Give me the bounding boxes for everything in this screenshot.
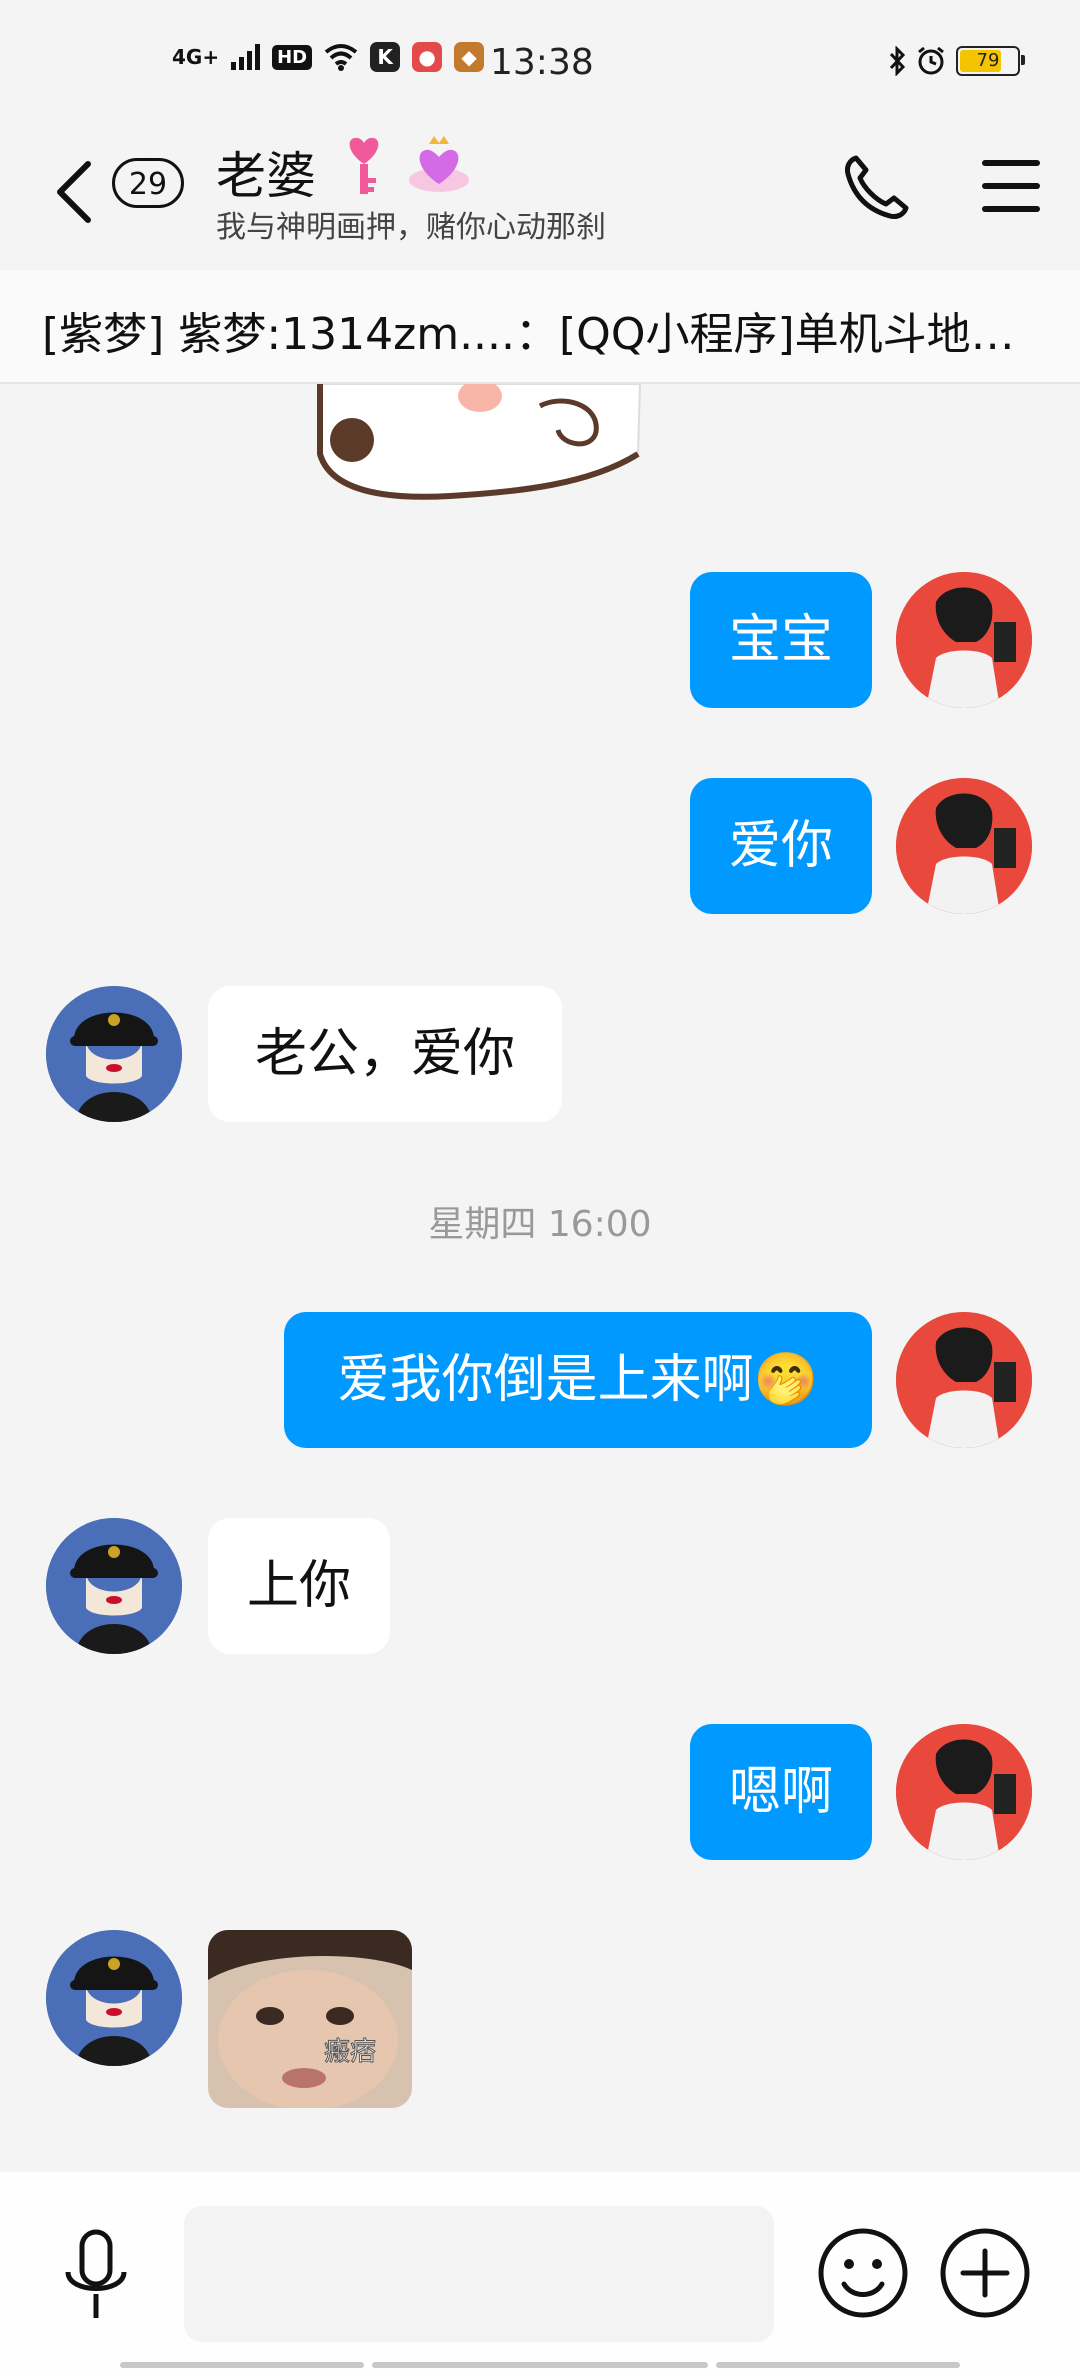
scroll-indicator [372, 2362, 708, 2368]
microphone-icon[interactable] [56, 2226, 136, 2326]
unread-count-badge[interactable]: 29 [112, 158, 184, 208]
pinned-notice-text: [紫梦] 紫梦:1314zm....：[QQ小程序]单机斗地… [42, 309, 1015, 360]
my-avatar[interactable] [896, 1724, 1032, 1860]
baby-face-meme-image: 瘢痞 [208, 1930, 412, 2108]
status-icons-right: 79 [888, 46, 1025, 76]
man-portrait-icon [896, 1312, 1032, 1448]
my-avatar[interactable] [896, 1312, 1032, 1448]
battery-icon: 79 [956, 46, 1025, 76]
message-bubble-mine[interactable]: 爱你 [690, 778, 872, 914]
more-menu-icon[interactable] [982, 160, 1040, 212]
contact-badges [336, 130, 474, 200]
signal-icon [231, 44, 261, 70]
status-icons-left: 4G+ HD K ● ◆ [172, 42, 485, 72]
alarm-icon [918, 46, 944, 75]
man-portrait-icon [896, 1724, 1032, 1860]
man-portrait-icon [896, 572, 1032, 708]
phone-icon[interactable] [842, 152, 912, 222]
battery-level: 79 [976, 50, 1000, 71]
man-portrait-icon [896, 778, 1032, 914]
scroll-indicator [716, 2362, 960, 2368]
back-arrow-icon[interactable] [52, 156, 96, 228]
message-timestamp: 星期四 16:00 [428, 1204, 652, 1245]
my-avatar[interactable] [896, 572, 1032, 708]
contact-avatar[interactable] [46, 1518, 182, 1654]
cartoon-sticker-image[interactable] [300, 384, 660, 500]
notification-app-icon: ● [412, 42, 443, 72]
woman-in-cap-icon [46, 1518, 182, 1654]
plus-icon[interactable] [938, 2226, 1032, 2320]
message-bubble-mine[interactable]: 爱我你倒是上来啊🤭 [284, 1312, 872, 1448]
wifi-icon [324, 44, 358, 71]
network-type: 4G+ [172, 45, 220, 69]
message-bubble-mine[interactable]: 嗯啊 [690, 1724, 872, 1860]
message-bubble-contact[interactable]: 上你 [208, 1518, 390, 1654]
clock: 13:38 [490, 42, 594, 83]
game-app-icon: ◆ [454, 42, 485, 72]
meme-caption: 瘢痞 [324, 2037, 376, 2067]
contact-avatar[interactable] [46, 986, 182, 1122]
contact-avatar[interactable] [46, 1930, 182, 2066]
pinned-notice-bar[interactable]: [紫梦] 紫梦:1314zm....：[QQ小程序]单机斗地… [0, 270, 1080, 384]
message-input[interactable] [184, 2206, 774, 2342]
message-bubble-mine[interactable]: 宝宝 [690, 572, 872, 708]
contact-name[interactable]: 老婆 [216, 136, 316, 208]
meme-image-message[interactable]: 瘢痞 [208, 1930, 412, 2108]
chat-header: 29 老婆 我与神明画押，赌你心动那刹 [0, 130, 1080, 270]
woman-in-cap-icon [46, 1930, 182, 2066]
heart-crown-icon [409, 136, 469, 192]
message-bubble-contact[interactable]: 老公，爱你 [208, 986, 562, 1122]
woman-in-cap-icon [46, 986, 182, 1122]
contact-signature: 我与神明画押，赌你心动那刹 [216, 210, 606, 245]
status-bar: 4G+ HD K ● ◆ 13:38 79 [0, 0, 1080, 130]
input-bar [0, 2172, 1080, 2376]
scroll-indicator [120, 2362, 364, 2368]
hd-voice-icon: HD [272, 44, 313, 70]
my-avatar[interactable] [896, 778, 1032, 914]
bluetooth-icon [889, 46, 906, 76]
k-app-icon: K [370, 42, 401, 72]
key-heart-icon [349, 137, 379, 194]
emoji-icon[interactable] [816, 2226, 910, 2320]
